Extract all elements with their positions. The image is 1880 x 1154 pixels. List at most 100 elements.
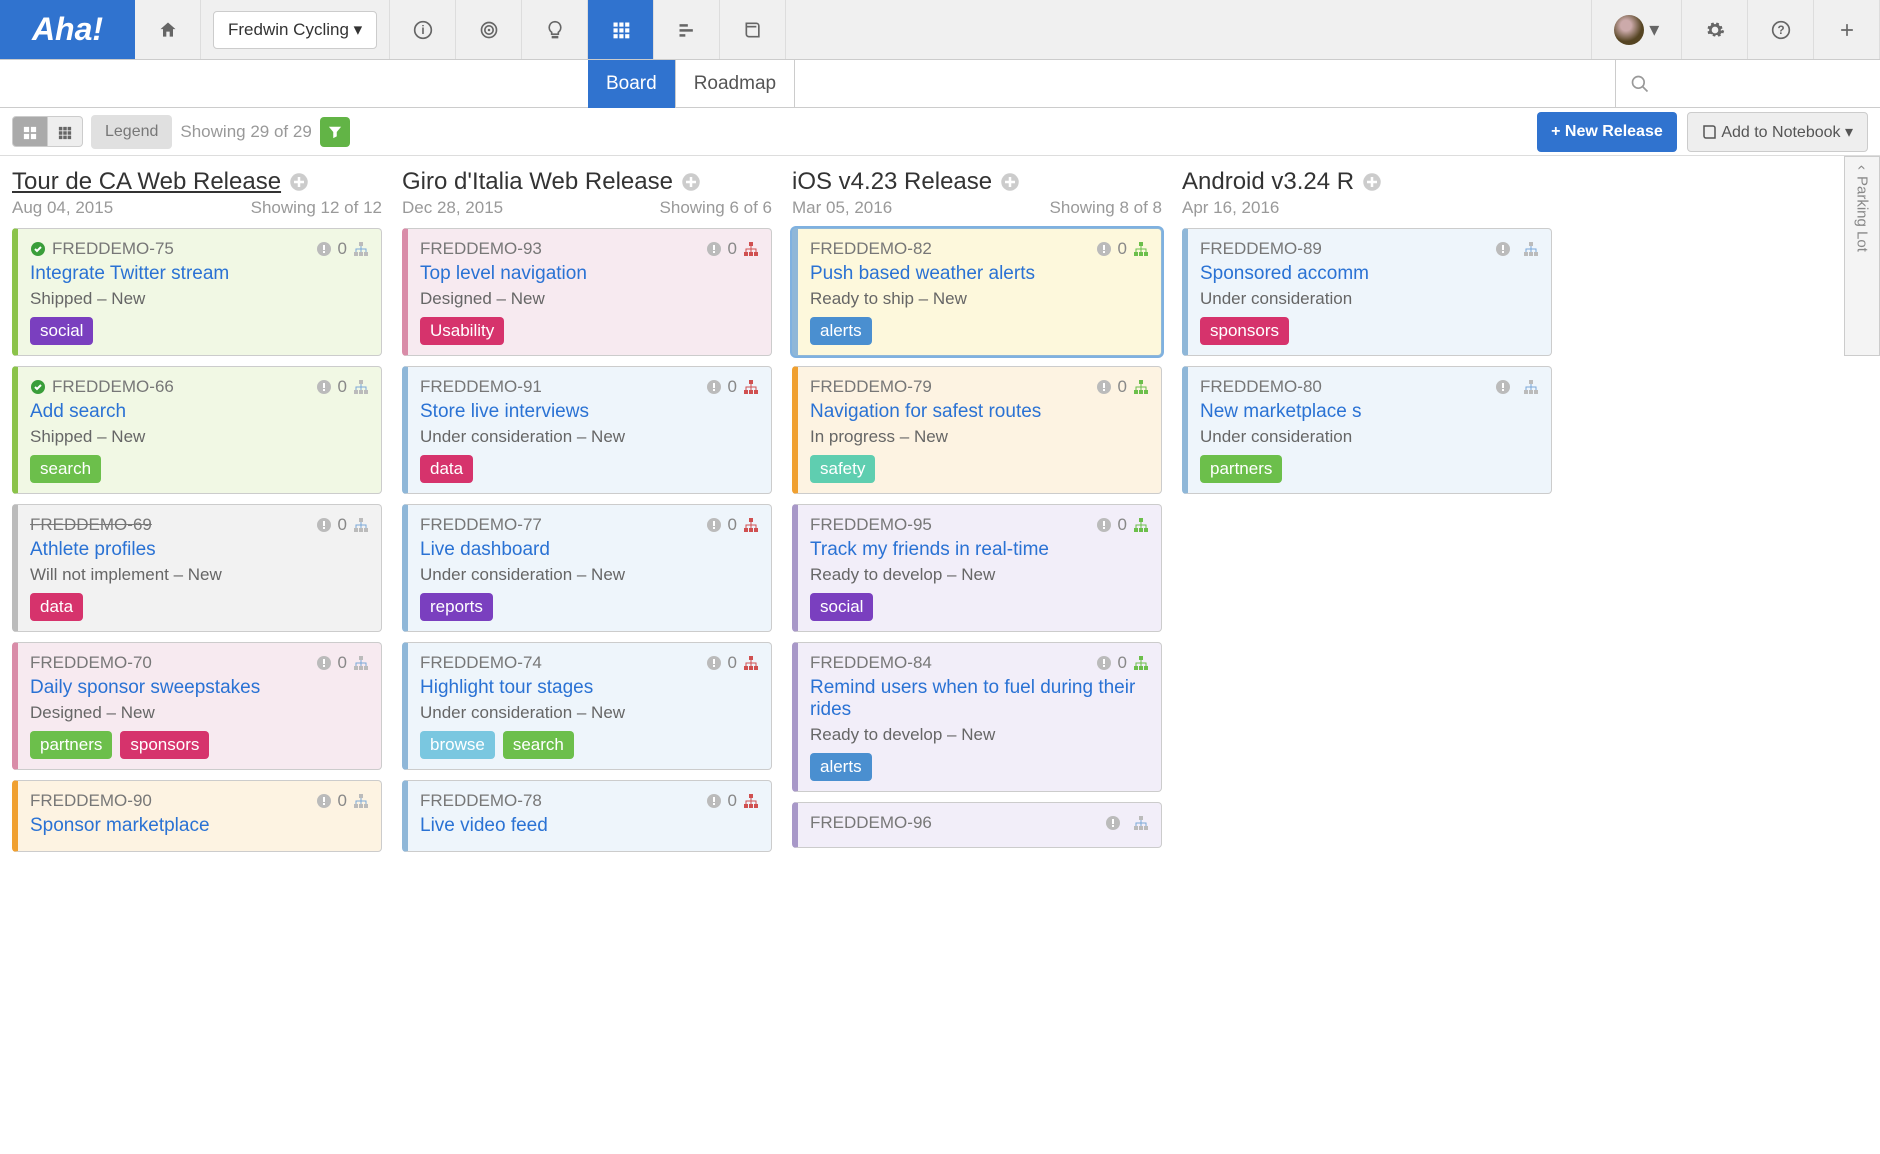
feature-card[interactable]: FREDDEMO-84 0 Remind users when to fuel …	[792, 642, 1162, 792]
card-title[interactable]: Sponsored accomm	[1200, 263, 1539, 285]
new-release-button[interactable]: + New Release	[1537, 112, 1677, 152]
add-feature-icon[interactable]	[681, 171, 701, 194]
app-logo[interactable]: Aha!	[0, 0, 135, 59]
add-to-notebook-button[interactable]: Add to Notebook ▾	[1687, 112, 1868, 152]
feature-card[interactable]: FREDDEMO-89 Sponsored accomm Under consi…	[1182, 228, 1552, 356]
sitemap-icon[interactable]	[353, 654, 369, 672]
feature-card[interactable]: FREDDEMO-79 0 Navigation for safest rout…	[792, 366, 1162, 494]
tag[interactable]: data	[30, 593, 83, 621]
tag[interactable]: search	[503, 731, 574, 759]
card-title[interactable]: Sponsor marketplace	[30, 815, 369, 837]
book-icon[interactable]	[720, 0, 786, 59]
card-title[interactable]: Integrate Twitter stream	[30, 263, 369, 285]
tab-roadmap[interactable]: Roadmap	[676, 60, 795, 108]
tag[interactable]: alerts	[810, 317, 872, 345]
card-title[interactable]: Daily sponsor sweepstakes	[30, 677, 369, 699]
help-icon[interactable]: ?	[1748, 0, 1814, 59]
feature-card[interactable]: FREDDEMO-80 New marketplace s Under cons…	[1182, 366, 1552, 494]
sitemap-icon[interactable]	[1523, 240, 1539, 258]
tag[interactable]: safety	[810, 455, 875, 483]
card-title[interactable]: Live video feed	[420, 815, 759, 837]
legend-button[interactable]: Legend	[91, 115, 172, 149]
sitemap-icon[interactable]	[743, 654, 759, 672]
search-input[interactable]	[1615, 60, 1880, 107]
tag[interactable]: social	[810, 593, 873, 621]
feature-card[interactable]: FREDDEMO-74 0 Highlight tour stages Unde…	[402, 642, 772, 770]
filter-button[interactable]	[320, 117, 350, 147]
feature-card[interactable]: FREDDEMO-69 0 Athlete profiles Will not …	[12, 504, 382, 632]
card-title[interactable]: Highlight tour stages	[420, 677, 759, 699]
add-feature-icon[interactable]	[1000, 171, 1020, 194]
card-title[interactable]: Track my friends in real-time	[810, 539, 1149, 561]
board-icon[interactable]	[588, 0, 654, 59]
card-title[interactable]: Top level navigation	[420, 263, 759, 285]
feature-card[interactable]: FREDDEMO-90 0 Sponsor marketplace	[12, 780, 382, 852]
tag[interactable]: social	[30, 317, 93, 345]
card-title[interactable]: Store live interviews	[420, 401, 759, 423]
feature-card[interactable]: FREDDEMO-78 0 Live video feed	[402, 780, 772, 852]
tag[interactable]: partners	[30, 731, 112, 759]
sitemap-icon[interactable]	[353, 240, 369, 258]
sitemap-icon[interactable]	[1133, 240, 1149, 258]
sitemap-icon[interactable]	[743, 792, 759, 810]
feature-card[interactable]: FREDDEMO-66 0 Add search Shipped – New s…	[12, 366, 382, 494]
product-selector[interactable]: Fredwin Cycling ▾	[213, 11, 377, 49]
release-title[interactable]: Tour de CA Web Release	[12, 168, 382, 196]
plus-icon[interactable]	[1814, 0, 1880, 59]
view-large-cards[interactable]	[12, 116, 48, 146]
card-status: Under consideration	[1200, 427, 1539, 447]
release-title[interactable]: Giro d'Italia Web Release	[402, 168, 772, 196]
tag[interactable]: alerts	[810, 753, 872, 781]
feature-card[interactable]: FREDDEMO-77 0 Live dashboard Under consi…	[402, 504, 772, 632]
lightbulb-icon[interactable]	[522, 0, 588, 59]
release-title[interactable]: iOS v4.23 Release	[792, 168, 1162, 196]
release-title[interactable]: Android v3.24 R	[1182, 168, 1552, 196]
card-title[interactable]: Live dashboard	[420, 539, 759, 561]
sitemap-icon[interactable]	[743, 516, 759, 534]
sitemap-icon[interactable]	[353, 516, 369, 534]
tag[interactable]: partners	[1200, 455, 1282, 483]
tab-board[interactable]: Board	[588, 60, 676, 108]
tag[interactable]: data	[420, 455, 473, 483]
sitemap-icon[interactable]	[353, 792, 369, 810]
sitemap-icon[interactable]	[1133, 654, 1149, 672]
user-menu[interactable]: ▾	[1592, 0, 1682, 59]
feature-card[interactable]: FREDDEMO-95 0 Track my friends in real-t…	[792, 504, 1162, 632]
gantt-icon[interactable]	[654, 0, 720, 59]
tag[interactable]: sponsors	[1200, 317, 1289, 345]
tag[interactable]: sponsors	[120, 731, 209, 759]
sitemap-icon[interactable]	[743, 240, 759, 258]
parking-lot-tab[interactable]: ‹Parking Lot	[1844, 156, 1880, 356]
feature-card[interactable]: FREDDEMO-70 0 Daily sponsor sweepstakes …	[12, 642, 382, 770]
warning-icon	[316, 378, 332, 396]
info-icon[interactable]: i	[390, 0, 456, 59]
tag[interactable]: Usability	[420, 317, 504, 345]
sitemap-icon[interactable]	[353, 378, 369, 396]
card-title[interactable]: New marketplace s	[1200, 401, 1539, 423]
view-small-cards[interactable]	[48, 116, 83, 146]
add-feature-icon[interactable]	[289, 171, 309, 194]
add-feature-icon[interactable]	[1362, 171, 1382, 194]
home-icon[interactable]	[135, 0, 201, 59]
feature-card[interactable]: FREDDEMO-91 0 Store live interviews Unde…	[402, 366, 772, 494]
feature-card[interactable]: FREDDEMO-96	[792, 802, 1162, 848]
tag[interactable]: search	[30, 455, 101, 483]
target-icon[interactable]	[456, 0, 522, 59]
sitemap-icon[interactable]	[1523, 378, 1539, 396]
gear-icon[interactable]	[1682, 0, 1748, 59]
sitemap-icon[interactable]	[1133, 378, 1149, 396]
tag[interactable]: browse	[420, 731, 495, 759]
feature-card[interactable]: FREDDEMO-93 0 Top level navigation Desig…	[402, 228, 772, 356]
feature-card[interactable]: FREDDEMO-75 0 Integrate Twitter stream S…	[12, 228, 382, 356]
card-id: FREDDEMO-93	[420, 239, 542, 259]
sitemap-icon[interactable]	[743, 378, 759, 396]
tag[interactable]: reports	[420, 593, 493, 621]
sitemap-icon[interactable]	[1133, 516, 1149, 534]
card-title[interactable]: Navigation for safest routes	[810, 401, 1149, 423]
card-title[interactable]: Remind users when to fuel during their r…	[810, 677, 1149, 721]
card-title[interactable]: Athlete profiles	[30, 539, 369, 561]
card-title[interactable]: Push based weather alerts	[810, 263, 1149, 285]
feature-card[interactable]: FREDDEMO-82 0 Push based weather alerts …	[792, 228, 1162, 356]
sitemap-icon[interactable]	[1133, 814, 1149, 832]
card-title[interactable]: Add search	[30, 401, 369, 423]
